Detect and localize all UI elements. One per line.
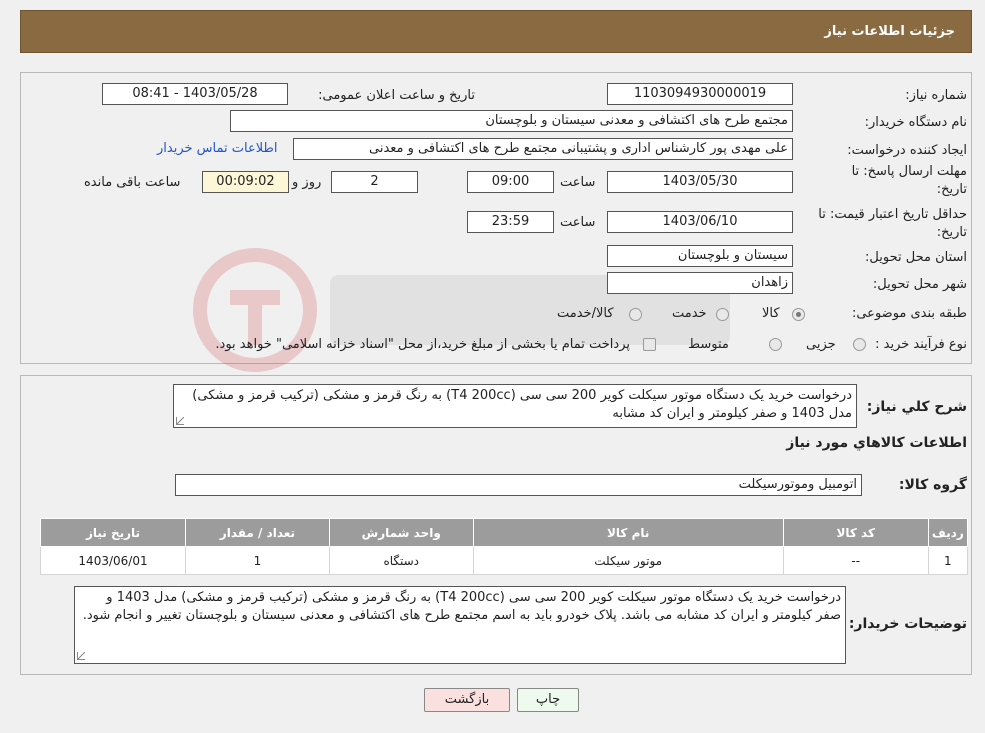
table-row: 1 -- موتور سیکلت دستگاه 1 1403/06/01	[39, 546, 969, 575]
table-header-cell: تعداد / مقدار	[185, 518, 330, 547]
price-validity-time-field: 23:59	[467, 211, 554, 233]
price-validity-time-label: ساعت	[560, 215, 596, 230]
delivery-province-label: استان محل تحویل:	[865, 250, 967, 265]
category-goods-service-radio[interactable]	[629, 308, 642, 321]
print-button[interactable]: چاپ	[517, 688, 579, 712]
delivery-province-field: سیستان و بلوچستان	[607, 245, 793, 267]
goods-group-label: گروه کالا:	[898, 477, 967, 493]
buyer-org-label: نام دستگاه خریدار:	[864, 115, 967, 130]
buyer-notes-label: توضیحات خریدار:	[848, 616, 967, 632]
category-goods-radio[interactable]	[792, 308, 805, 321]
requester-field: علی مهدی پور کارشناس اداری و پشتیبانی مج…	[293, 138, 793, 160]
items-section-title: اطلاعات کالاهاي مورد نياز	[786, 435, 967, 451]
announce-datetime-field: 1403/05/28 - 08:41	[102, 83, 288, 105]
category-label: طبقه بندی موضوعی:	[851, 306, 967, 321]
response-date-field: 1403/05/30	[607, 171, 793, 193]
category-goods-label: کالا	[762, 306, 780, 321]
table-header-cell: ردیف	[927, 518, 969, 547]
price-validity-date-field: 1403/06/10	[607, 211, 793, 233]
summary-resize-icon[interactable]	[176, 417, 184, 425]
buyer-contact-link[interactable]: اطلاعات تماس خریدار	[157, 141, 277, 156]
response-time-label: ساعت	[560, 175, 596, 190]
back-button[interactable]: بازگشت	[424, 688, 510, 712]
page-title: جزئیات اطلاعات نیاز	[824, 24, 955, 39]
purchase-type-label: نوع فرآیند خرید :	[875, 337, 967, 352]
purchase-type-minor-label: جزیی	[806, 337, 836, 352]
table-header-cell: تاریخ نیاز	[39, 518, 187, 547]
items-table: ردیف کد کالا نام کالا واحد شمارش تعداد /…	[39, 518, 969, 575]
remaining-time-label: ساعت باقی مانده	[84, 175, 181, 190]
table-cell: 1403/06/01	[39, 546, 187, 575]
response-deadline-label-2: تاریخ:	[936, 182, 967, 197]
table-cell: --	[782, 546, 929, 575]
page-header: جزئیات اطلاعات نیاز	[20, 10, 972, 53]
purchase-type-minor-radio[interactable]	[853, 338, 866, 351]
price-validity-label: حداقل تاریخ اعتبار قیمت: تا	[818, 207, 967, 222]
treasury-note: پرداخت تمام یا بخشی از مبلغ خرید،از محل …	[215, 337, 630, 352]
announce-datetime-label: تاریخ و ساعت اعلان عمومی:	[318, 88, 475, 103]
table-header-cell: واحد شمارش	[328, 518, 474, 547]
summary-label: شرح کلي نياز:	[866, 399, 967, 415]
treasury-checkbox[interactable]	[643, 338, 656, 351]
category-service-label: خدمت	[672, 306, 707, 321]
buyer-notes-resize-icon[interactable]	[77, 652, 85, 660]
category-goods-service-label: کالا/خدمت	[557, 306, 614, 321]
remaining-days-field: 2	[331, 171, 418, 193]
category-service-radio[interactable]	[716, 308, 729, 321]
buyer-org-field: مجتمع طرح های اکتشافی و معدنی سیستان و ب…	[230, 110, 793, 132]
table-cell: موتور سیکلت	[472, 546, 784, 575]
need-number-label: شماره نیاز:	[905, 88, 967, 103]
table-cell: دستگاه	[328, 546, 474, 575]
table-cell: 1	[927, 546, 969, 575]
requester-label: ایجاد کننده درخواست:	[847, 143, 967, 158]
table-cell: 1	[185, 546, 330, 575]
items-table-wrap: ردیف کد کالا نام کالا واحد شمارش تعداد /…	[39, 518, 969, 575]
price-validity-label-2: تاریخ:	[936, 225, 967, 240]
response-time-field: 09:00	[467, 171, 554, 193]
table-header-row: ردیف کد کالا نام کالا واحد شمارش تعداد /…	[39, 518, 969, 547]
table-header-cell: نام کالا	[472, 518, 784, 547]
purchase-type-medium-radio[interactable]	[769, 338, 782, 351]
table-header-cell: کد کالا	[782, 518, 929, 547]
need-number-field: 1103094930000019	[607, 83, 793, 105]
summary-textarea[interactable]: درخواست خرید یک دستگاه موتور سیکلت کویر …	[173, 384, 857, 428]
response-deadline-label: مهلت ارسال پاسخ: تا	[851, 164, 967, 179]
goods-group-field: اتومبیل وموتورسیکلت	[175, 474, 862, 496]
days-label: روز و	[292, 175, 322, 190]
delivery-city-label: شهر محل تحویل:	[872, 277, 967, 292]
delivery-city-field: زاهدان	[607, 272, 793, 294]
purchase-type-medium-label: متوسط	[688, 337, 729, 352]
remaining-time-field: 00:09:02	[202, 171, 289, 193]
buyer-notes-textarea[interactable]: درخواست خرید یک دستگاه موتور سیکلت کویر …	[74, 586, 846, 664]
